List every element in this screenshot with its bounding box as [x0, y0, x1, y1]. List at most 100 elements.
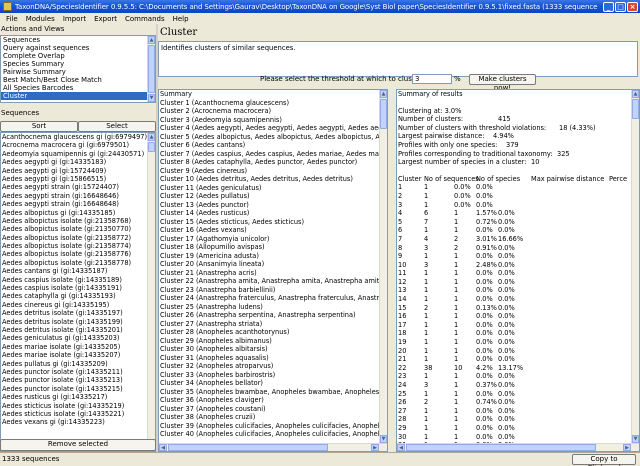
list-item[interactable]: Cluster 34 (Anopheles bellator): [159, 379, 387, 388]
list-item[interactable]: Aedes albopictus isolate (gi:21358778): [1, 259, 155, 267]
scroll-up-icon[interactable]: ▲: [632, 90, 639, 98]
list-item[interactable]: Cluster 15 (Aedes sticticus, Aedes stict…: [159, 218, 387, 227]
copy-to-clipboard-button[interactable]: Copy to Clipboard: [572, 454, 636, 466]
action-cluster[interactable]: Cluster: [1, 92, 155, 100]
scroll-down-icon[interactable]: ▼: [148, 94, 155, 102]
list-item[interactable]: Cluster 9 (Aedes cinereus): [159, 167, 387, 176]
list-item[interactable]: Cluster 31 (Anopheles aquasalis): [159, 354, 387, 363]
make-clusters-button[interactable]: Make clusters now!: [469, 73, 536, 92]
scroll-left-icon[interactable]: ◀: [159, 444, 167, 451]
list-item[interactable]: Cluster 8 (Aedes cataphylla, Aedes punct…: [159, 158, 387, 167]
list-item[interactable]: Cluster 40 (Anopheles culicifacies, Anop…: [159, 430, 387, 439]
list-item[interactable]: Aedes detritus isolate (gi:14335201): [1, 326, 155, 334]
list-item[interactable]: Aedes aegypti strain (gi:15724407): [1, 183, 155, 191]
list-item[interactable]: Cluster 18 (Allopumilio avispas): [159, 243, 387, 252]
list-item[interactable]: Aedes cataphylla gi (gi:14335193): [1, 292, 155, 300]
list-item[interactable]: Aedes albopictus isolate (gi:21350770): [1, 225, 155, 233]
list-item[interactable]: Cluster 4 (Aedes aegypti, Aedes aegypti,…: [159, 124, 387, 133]
scroll-right-icon[interactable]: ▶: [623, 444, 631, 451]
list-item[interactable]: Aedes albopictus gi (gi:14335185): [1, 209, 155, 217]
list-item[interactable]: Aedeomyia squamipennis gi (gi:24430571): [1, 150, 155, 158]
sequence-scrollbar[interactable]: ▲ ▼: [147, 133, 155, 451]
list-item[interactable]: Aedes detritus isolate (gi:14335197): [1, 309, 155, 317]
list-item[interactable]: Cluster 24 (Anastrepha fraterculus, Anas…: [159, 294, 387, 303]
maximize-icon[interactable]: □: [615, 1, 626, 12]
list-item[interactable]: Cluster 2 (Acrocnema macrocera): [159, 107, 387, 116]
scroll-down-icon[interactable]: ▼: [380, 435, 387, 443]
list-item[interactable]: Aedes albopictus isolate (gi:21358772): [1, 234, 155, 242]
list-item[interactable]: Aedes pullatus gi (gi:14335209): [1, 360, 155, 368]
splitter[interactable]: [388, 89, 396, 452]
list-item[interactable]: Cluster 25 (Anastrepha ludens): [159, 303, 387, 312]
list-item[interactable]: Cluster 39 (Anopheles culicifacies, Anop…: [159, 422, 387, 431]
threshold-input[interactable]: [412, 74, 452, 84]
list-item[interactable]: Cluster 35 (Anopheles bwambae, Anopheles…: [159, 388, 387, 397]
scroll-up-icon[interactable]: ▲: [148, 133, 155, 141]
list-item[interactable]: Aedes caspius isolate (gi:14335189): [1, 276, 155, 284]
list-item[interactable]: Cluster 29 (Anopheles albimanus): [159, 337, 387, 346]
select-button[interactable]: Select: [78, 121, 156, 132]
menu-file[interactable]: File: [6, 15, 18, 23]
list-item[interactable]: Cluster 28 (Anopheles acanthotorynus): [159, 328, 387, 337]
list-item[interactable]: Cluster 22 (Anastrepha amita, Anastrepha…: [159, 277, 387, 286]
list-item[interactable]: Aedes aegypti gi (gi:14335183): [1, 158, 155, 166]
list-item[interactable]: Aedes punctor isolate (gi:14335211): [1, 368, 155, 376]
list-item[interactable]: Summary: [159, 90, 387, 99]
results-scrollbar[interactable]: ▲ ▼: [631, 90, 639, 451]
list-item[interactable]: Aedes cinereus gi (gi:14335195): [1, 301, 155, 309]
list-item[interactable]: Cluster 13 (Aedes punctor): [159, 201, 387, 210]
list-item[interactable]: Aedes albopictus isolate (gi:21358768): [1, 217, 155, 225]
actions-scrollbar[interactable]: ▲ ▼: [147, 36, 155, 102]
list-item[interactable]: Aedes aegypti gi (gi:15724409): [1, 167, 155, 175]
list-item[interactable]: Aedes sticticus isolate (gi:14335219): [1, 402, 155, 410]
list-item[interactable]: Cluster 6 (Aedes cantans): [159, 141, 387, 150]
action-complete-overlap[interactable]: Complete Overlap: [1, 52, 155, 60]
list-item[interactable]: Aedes aegypti strain (gi:16648648): [1, 200, 155, 208]
list-item[interactable]: Aedes sticticus isolate (gi:14335221): [1, 410, 155, 418]
list-item[interactable]: Aedes rusticus gi (gi:14335217): [1, 393, 155, 401]
list-item[interactable]: Cluster 14 (Aedes rusticus): [159, 209, 387, 218]
list-item[interactable]: Cluster 32 (Anopheles atroparvus): [159, 362, 387, 371]
list-item[interactable]: Aedes cantans gi (gi:14335187): [1, 267, 155, 275]
menu-import[interactable]: Import: [63, 15, 86, 23]
scroll-left-icon[interactable]: ◀: [397, 444, 405, 451]
list-item[interactable]: Cluster 38 (Anopheles cruzii): [159, 413, 387, 422]
list-item[interactable]: Cluster 27 (Anastrepha striata): [159, 320, 387, 329]
list-item[interactable]: Cluster 7 (Aedes caspius, Aedes caspius,…: [159, 150, 387, 159]
list-item[interactable]: Aedes geniculatus gi (gi:14335203): [1, 334, 155, 342]
list-item[interactable]: Aedes detritus isolate (gi:14335199): [1, 318, 155, 326]
list-item[interactable]: Aedes mariae isolate (gi:14335207): [1, 351, 155, 359]
list-item[interactable]: Cluster 17 (Agathomyia unicolor): [159, 235, 387, 244]
action-best-match[interactable]: Best Match/Best Close Match: [1, 76, 155, 84]
list-item[interactable]: Cluster 36 (Anopheles claviger): [159, 396, 387, 405]
menu-export[interactable]: Export: [94, 15, 117, 23]
list-item[interactable]: Cluster 37 (Anopheles coustani): [159, 405, 387, 414]
scroll-right-icon[interactable]: ▶: [371, 444, 379, 451]
list-item[interactable]: Aedes aegypti strain (gi:16648646): [1, 192, 155, 200]
cluster-list-scrollbar[interactable]: ▲ ▼: [379, 90, 387, 451]
list-item[interactable]: Aedes mariae isolate (gi:14335205): [1, 343, 155, 351]
list-item[interactable]: Aedes albopictus isolate (gi:21358776): [1, 250, 155, 258]
list-item[interactable]: Cluster 12 (Aedes pullatus): [159, 192, 387, 201]
action-species-summary[interactable]: Species Summary: [1, 60, 155, 68]
list-item[interactable]: Cluster 10 (Aedes detritus, Aedes detrit…: [159, 175, 387, 184]
list-item[interactable]: Aedes punctor isolate (gi:14335213): [1, 376, 155, 384]
remove-selected-button[interactable]: Remove selected: [0, 439, 156, 451]
list-item[interactable]: Acanthocnema glaucescens gi (gi:6979497): [1, 133, 155, 141]
results-hscrollbar[interactable]: ◀ ▶: [397, 443, 639, 451]
list-item[interactable]: Cluster 19 (Americina adusta): [159, 252, 387, 261]
scroll-up-icon[interactable]: ▲: [148, 36, 155, 44]
list-item[interactable]: Aedes aegypti gi (gi:15866515): [1, 175, 155, 183]
action-pairwise-summary[interactable]: Pairwise Summary: [1, 68, 155, 76]
scroll-down-icon[interactable]: ▼: [632, 435, 639, 443]
list-item[interactable]: Cluster 33 (Anopheles barbirostris): [159, 371, 387, 380]
minimize-icon[interactable]: _: [603, 1, 614, 12]
list-item[interactable]: Cluster 3 (Aedeomyia squamipennis): [159, 116, 387, 125]
menu-commands[interactable]: Commands: [125, 15, 165, 23]
list-item[interactable]: Cluster 11 (Aedes geniculatus): [159, 184, 387, 193]
menu-help[interactable]: Help: [173, 15, 189, 23]
list-item[interactable]: Cluster 21 (Anastrepha acris): [159, 269, 387, 278]
sort-button[interactable]: Sort: [0, 121, 78, 132]
list-item[interactable]: Aedes vexans gi (gi:14335223): [1, 418, 155, 426]
list-item[interactable]: Cluster 5 (Aedes albopictus, Aedes albop…: [159, 133, 387, 142]
